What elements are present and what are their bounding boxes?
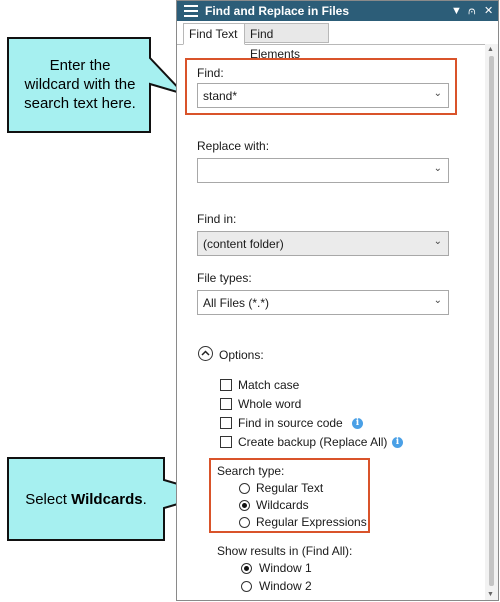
- chevron-down-icon[interactable]: ⌄: [434, 236, 442, 247]
- find-replace-panel: Find and Replace in Files ▼ ⩀ ✕ Find Tex…: [176, 0, 499, 601]
- callout-line-1: Enter the: [49, 57, 111, 74]
- find-in-value: (content folder): [203, 237, 284, 251]
- scrollbar-thumb[interactable]: [489, 56, 494, 586]
- hamburger-menu-icon[interactable]: [184, 5, 198, 17]
- chevron-down-icon[interactable]: ⌄: [434, 295, 442, 306]
- create-backup-checkbox[interactable]: [220, 436, 232, 448]
- regular-expressions-label: Regular Expressions: [256, 515, 367, 529]
- callout-text: Select Wildcards.: [10, 490, 162, 509]
- find-in-label: Find in:: [197, 212, 237, 226]
- callout-suffix: .: [142, 491, 147, 508]
- match-case-checkbox[interactable]: [220, 379, 232, 391]
- whole-word-checkbox[interactable]: [220, 398, 232, 410]
- wildcards-radio[interactable]: [239, 500, 250, 511]
- scroll-up-icon[interactable]: ▲: [487, 46, 494, 53]
- file-types-select[interactable]: All Files (*.*) ⌄: [197, 290, 449, 315]
- window-1-radio[interactable]: [241, 563, 252, 574]
- vertical-scrollbar[interactable]: ▲ ▼: [485, 44, 498, 600]
- callout-bold: Wildcards: [71, 491, 143, 508]
- scroll-down-icon[interactable]: ▼: [487, 591, 494, 598]
- tab-bar: Find Text Find Elements: [177, 22, 498, 61]
- whole-word-label: Whole word: [238, 397, 302, 411]
- find-in-source-code-label: Find in source code: [238, 416, 343, 430]
- close-icon[interactable]: ✕: [484, 3, 493, 19]
- info-icon[interactable]: i: [352, 418, 363, 429]
- create-backup-label: Create backup (Replace All): [238, 435, 388, 449]
- tab-find-elements[interactable]: Find Elements: [244, 23, 329, 61]
- window-2-label: Window 2: [259, 579, 312, 593]
- search-type-label: Search type:: [217, 464, 285, 478]
- find-input-value: stand*: [203, 89, 238, 103]
- panel-title: Find and Replace in Files: [205, 4, 350, 18]
- show-results-label: Show results in (Find All):: [217, 544, 353, 558]
- regular-expressions-radio[interactable]: [239, 517, 250, 528]
- match-case-label: Match case: [238, 378, 300, 392]
- tab-find-text[interactable]: Find Text: [183, 23, 245, 45]
- find-label: Find:: [197, 66, 224, 80]
- chevron-down-icon[interactable]: ⌄: [434, 163, 442, 174]
- dropdown-arrow-icon[interactable]: ▼: [451, 3, 462, 19]
- callout-line-3: search text here.: [24, 95, 136, 112]
- file-types-label: File types:: [197, 271, 252, 285]
- window-1-label: Window 1: [259, 561, 312, 575]
- window-2-radio[interactable]: [241, 581, 252, 592]
- regular-text-label: Regular Text: [256, 481, 324, 495]
- wildcards-label: Wildcards: [256, 498, 309, 512]
- file-types-value: All Files (*.*): [203, 296, 270, 310]
- callout-line-2: wildcard with the: [24, 76, 136, 93]
- info-icon[interactable]: i: [392, 437, 403, 448]
- find-input[interactable]: stand* ⌄: [197, 83, 449, 108]
- options-label: Options:: [219, 348, 264, 362]
- callout-enter-wildcard: Enter the wildcard with the search text …: [6, 36, 186, 134]
- panel-titlebar: Find and Replace in Files ▼ ⩀ ✕: [177, 1, 498, 21]
- options-collapse-icon[interactable]: [198, 346, 213, 361]
- callout-prefix: Select: [25, 491, 72, 508]
- replace-label: Replace with:: [197, 139, 270, 153]
- regular-text-radio[interactable]: [239, 483, 250, 494]
- find-in-source-code-checkbox[interactable]: [220, 417, 232, 429]
- find-in-select[interactable]: (content folder) ⌄: [197, 231, 449, 256]
- pin-icon[interactable]: ⩀: [468, 3, 476, 19]
- chevron-down-icon[interactable]: ⌄: [434, 88, 442, 99]
- replace-input[interactable]: ⌄: [197, 158, 449, 183]
